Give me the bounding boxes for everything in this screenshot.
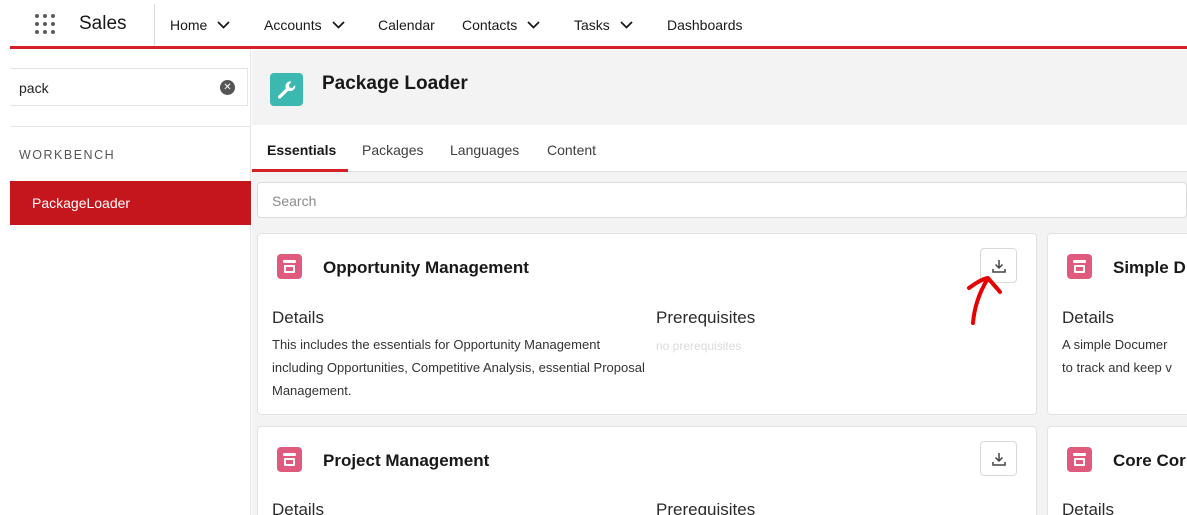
sidebar: pack ✕ WORKBENCH PackageLoader [10, 50, 251, 515]
download-icon [992, 453, 1006, 466]
chevron-down-icon[interactable] [527, 18, 540, 31]
prerequisites-label: Prerequisites [656, 500, 756, 515]
search-value: pack [19, 80, 49, 96]
details-label: Details [272, 500, 324, 515]
card-title: Opportunity Management [323, 258, 529, 277]
nav-accent-bar [10, 46, 1187, 49]
card-title: Project Management [323, 451, 490, 470]
nav-item-label: Dashboards [667, 17, 743, 33]
card-title: Simple D [1113, 258, 1186, 277]
chevron-down-icon[interactable] [331, 18, 345, 31]
tab-content[interactable]: Content [547, 142, 596, 158]
tab-essentials[interactable]: Essentials [267, 142, 336, 158]
app-name: Sales [79, 13, 127, 34]
card-title: Core Cor [1113, 451, 1186, 470]
page-header: Package Loader [252, 50, 1187, 125]
package-icon [1067, 447, 1092, 472]
package-card-simple-d: Simple D Details A simple Documer to tra… [1047, 233, 1187, 415]
prerequisites-value: no prerequisites [656, 339, 742, 353]
page-title: Package Loader [322, 73, 468, 94]
tab-packages[interactable]: Packages [362, 142, 423, 158]
nav-item-home[interactable]: Home [170, 17, 230, 33]
section-label: WORKBENCH [19, 148, 116, 162]
package-card-core-cor: Core Cor Details [1047, 426, 1187, 515]
details-label: Details [1062, 308, 1114, 327]
active-tab-indicator [252, 169, 348, 172]
nav-item-tasks[interactable]: Tasks [574, 17, 633, 33]
sidebar-item-packageloader[interactable]: PackageLoader [10, 181, 251, 225]
app-launcher-icon[interactable] [33, 12, 57, 36]
package-icon [277, 447, 302, 472]
package-card-project-management: Project Management Details Prerequisites [257, 426, 1037, 515]
nav-item-calendar[interactable]: Calendar [378, 17, 435, 33]
prerequisites-label: Prerequisites [656, 308, 756, 327]
sidebar-search-input[interactable]: pack ✕ [10, 68, 248, 106]
package-icon [1067, 254, 1092, 279]
tab-bar: Essentials Packages Languages Content [252, 125, 1187, 172]
card-description-line: to track and keep v [1062, 360, 1172, 375]
wrench-icon [270, 73, 303, 106]
card-description: This includes the essentials for Opportu… [272, 337, 645, 398]
nav-item-label: Contacts [462, 17, 518, 33]
divider [10, 126, 251, 127]
main-content: Package Loader Essentials Packages Langu… [252, 50, 1187, 515]
nav-divider [154, 4, 155, 46]
chevron-down-icon[interactable] [217, 18, 230, 31]
search-placeholder: Search [272, 193, 317, 209]
nav-item-accounts[interactable]: Accounts [264, 17, 345, 33]
package-card-opportunity-management: Opportunity Management Details This incl… [257, 233, 1037, 415]
global-nav: Sales Home Accounts Calendar Contacts Ta… [0, 0, 1187, 50]
package-search-input[interactable]: Search [257, 182, 1187, 218]
tab-languages[interactable]: Languages [450, 142, 519, 158]
nav-item-label: Accounts [264, 17, 322, 33]
details-label: Details [1062, 500, 1114, 515]
package-icon [277, 254, 302, 279]
chevron-down-icon[interactable] [620, 18, 633, 31]
clear-icon[interactable]: ✕ [220, 80, 235, 95]
details-label: Details [272, 308, 324, 327]
nav-item-contacts[interactable]: Contacts [462, 17, 540, 33]
nav-item-label: Tasks [574, 17, 610, 33]
download-button[interactable] [980, 441, 1017, 476]
sidebar-item-label: PackageLoader [32, 195, 131, 211]
nav-item-label: Home [170, 17, 208, 33]
nav-item-dashboards[interactable]: Dashboards [667, 17, 743, 33]
nav-item-label: Calendar [378, 17, 435, 33]
card-description-line: A simple Documer [1062, 337, 1168, 352]
arrow-annotation [967, 276, 1002, 325]
